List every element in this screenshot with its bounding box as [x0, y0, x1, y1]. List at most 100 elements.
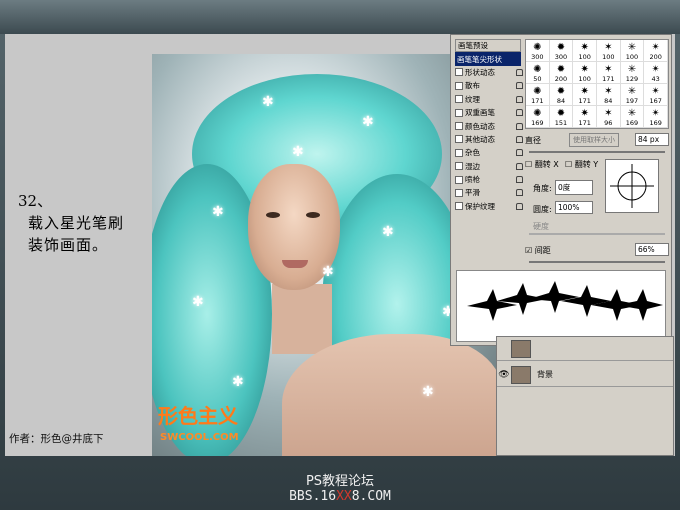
checkbox[interactable]: [455, 162, 463, 171]
brush-preset-cell[interactable]: ✹ 300: [549, 40, 574, 62]
lock-icon[interactable]: [516, 189, 523, 197]
layers-panel: 👁 背景: [496, 336, 674, 456]
step-text: 32、 载入星光笔刷 装饰画面。: [18, 190, 124, 256]
footer-url-prefix: BBS.16: [289, 489, 337, 504]
flip-x-checkbox[interactable]: ☐ 翻转 X: [525, 159, 559, 170]
spacing-checkbox[interactable]: ☑ 间距: [525, 245, 551, 256]
lock-icon[interactable]: [516, 109, 523, 117]
brush-preset-cell[interactable]: ✹ 84: [549, 84, 574, 106]
brush-setting-item[interactable]: 双重画笔: [455, 106, 523, 119]
brush-tip-icon: ✷: [580, 108, 589, 119]
roundness-label: 圆度:: [533, 205, 552, 214]
layer-row[interactable]: 👁 背景: [497, 363, 673, 387]
brush-setting-label: 其他动态: [465, 134, 495, 144]
hardness-label: 硬度: [533, 222, 549, 231]
brush-size-label: 171: [602, 75, 615, 83]
brush-size-label: 169: [625, 119, 639, 127]
brush-preset-cell[interactable]: ✺ 171: [526, 84, 550, 106]
lock-icon[interactable]: [516, 149, 523, 157]
brush-setting-item[interactable]: 画笔笔尖形状: [455, 52, 521, 66]
roundness-field[interactable]: 100%: [555, 201, 593, 214]
spacing-field[interactable]: 66%: [635, 243, 669, 256]
brush-preset-cell[interactable]: ✺ 169: [526, 106, 550, 128]
brush-preset-cell[interactable]: ✴ 167: [644, 84, 668, 106]
hardness-slider[interactable]: [529, 233, 665, 235]
brush-setting-item[interactable]: 湿边: [455, 160, 523, 173]
brush-preset-cell[interactable]: ✷ 100: [573, 62, 597, 84]
lock-icon[interactable]: [516, 162, 523, 170]
layer-row[interactable]: [497, 337, 673, 361]
lock-icon[interactable]: [516, 82, 523, 90]
brush-setting-item[interactable]: 形状动态: [455, 66, 523, 79]
lock-icon[interactable]: [516, 202, 523, 210]
brush-preset-cell[interactable]: ✳ 169: [620, 106, 645, 128]
diameter-field[interactable]: 84 px: [635, 133, 669, 146]
checkbox[interactable]: [455, 148, 463, 157]
brush-setting-item[interactable]: 保护纹理: [455, 200, 523, 213]
brush-preset-cell[interactable]: ✴ 169: [644, 106, 668, 128]
brush-preset-cell[interactable]: ✹ 200: [549, 62, 574, 84]
brush-preset-cell[interactable]: ✹ 151: [549, 106, 574, 128]
footer-url: BBS.16XX8.COM: [0, 489, 680, 504]
brush-preset-cell[interactable]: ✷ 171: [573, 106, 597, 128]
brush-preset-cell[interactable]: ✳ 129: [620, 62, 645, 84]
angle-field[interactable]: 0度: [555, 180, 593, 195]
brush-setting-label: 保护纹理: [465, 201, 495, 211]
brush-preset-cell[interactable]: ✶ 84: [596, 84, 621, 106]
brush-setting-item[interactable]: 纹理: [455, 93, 523, 106]
checkbox[interactable]: [455, 135, 463, 144]
brush-preset-cell[interactable]: ✳ 100: [620, 40, 645, 62]
lock-icon[interactable]: [516, 122, 523, 130]
checkbox[interactable]: [455, 81, 463, 90]
sparkle-icon: ✱: [382, 224, 394, 240]
brush-setting-item[interactable]: 画笔预设: [455, 39, 521, 53]
brush-preset-cell[interactable]: ✷ 171: [573, 84, 597, 106]
checkbox[interactable]: [455, 122, 463, 131]
brush-setting-item[interactable]: 喷枪: [455, 173, 523, 186]
brush-setting-label: 颜色动态: [465, 121, 495, 131]
lock-icon[interactable]: [516, 95, 523, 103]
checkbox[interactable]: [455, 68, 463, 77]
brush-setting-item[interactable]: 散布: [455, 79, 523, 92]
brush-setting-item[interactable]: 其他动态: [455, 133, 523, 146]
flip-y-checkbox[interactable]: ☐ 翻转 Y: [565, 159, 598, 170]
brush-preset-cell[interactable]: ✶ 96: [596, 106, 621, 128]
brush-size-label: 84: [556, 97, 566, 105]
brush-setting-item[interactable]: 杂色: [455, 146, 523, 159]
brush-preset-cell[interactable]: ✺ 300: [526, 40, 550, 62]
brush-size-label: 100: [578, 75, 591, 83]
brush-preset-cell[interactable]: ✴ 200: [644, 40, 668, 62]
brush-tip-icon: ✶: [604, 64, 613, 75]
brush-tip-icon: ✴: [651, 86, 660, 97]
checkbox[interactable]: [455, 108, 463, 117]
brush-preset-cell[interactable]: ✳ 197: [620, 84, 645, 106]
checkbox[interactable]: [455, 95, 463, 104]
brush-preset-cell[interactable]: ✺ 50: [526, 62, 550, 84]
portrait-photo: ✱ ✱ ✱ ✱ ✱ ✱ ✱ ✱ ✱ ✱: [152, 54, 500, 456]
checkbox[interactable]: [455, 175, 463, 184]
brush-preset-cell[interactable]: ✷ 100: [573, 40, 597, 62]
brush-size-label: 197: [625, 97, 639, 105]
brush-size-label: 50: [533, 75, 542, 83]
lock-icon[interactable]: [516, 68, 523, 76]
brush-preset-cell[interactable]: ✶ 100: [596, 40, 621, 62]
brush-setting-item[interactable]: 颜色动态: [455, 119, 523, 132]
neck: [272, 284, 332, 354]
use-sample-size-button[interactable]: 使用取样大小: [569, 133, 619, 147]
brush-preset-cell[interactable]: ✴ 43: [644, 62, 668, 84]
layer-thumbnail: [511, 339, 531, 358]
checkbox[interactable]: [455, 188, 463, 197]
brush-tip-icon: ✺: [533, 86, 542, 97]
layer-thumbnail: [511, 365, 531, 384]
diameter-slider[interactable]: [529, 151, 665, 153]
lock-icon[interactable]: [516, 135, 523, 143]
checkbox[interactable]: [455, 202, 463, 211]
brush-setting-item[interactable]: 平滑: [455, 186, 523, 199]
lock-icon[interactable]: [516, 176, 523, 184]
spacing-slider[interactable]: [529, 261, 665, 263]
eye-icon[interactable]: 👁: [497, 370, 511, 380]
brush-setting-label: 散布: [465, 81, 480, 91]
brush-setting-label: 纹理: [465, 94, 480, 104]
brush-preset-cell[interactable]: ✶ 171: [596, 62, 621, 84]
angle-roundness-widget[interactable]: [605, 159, 659, 213]
